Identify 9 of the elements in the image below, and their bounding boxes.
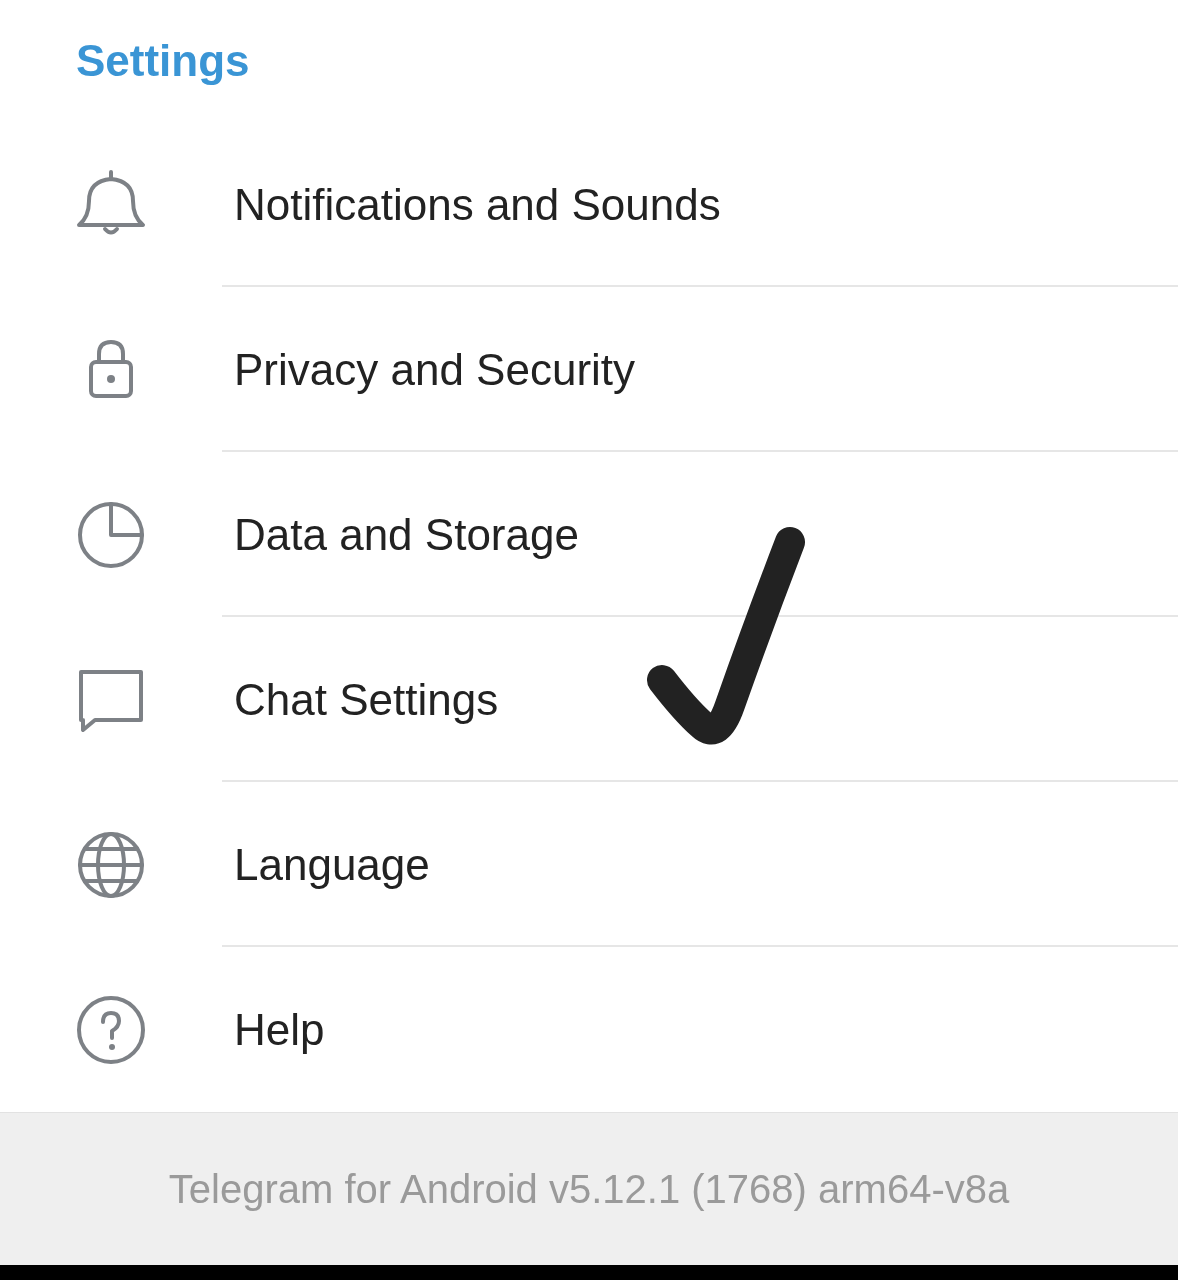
settings-item[interactable]: Data and Storage (0, 452, 1178, 617)
help-icon (75, 993, 147, 1066)
settings-item[interactable]: Language (0, 782, 1178, 947)
settings-item[interactable]: Notifications and Sounds (0, 122, 1178, 287)
section-title: Settings (76, 35, 250, 87)
settings-item[interactable]: Chat Settings (0, 617, 1178, 782)
settings-item[interactable]: Privacy and Security (0, 287, 1178, 452)
settings-item[interactable]: Help (0, 947, 1178, 1112)
version-text: Telegram for Android v5.12.1 (1768) arm64-v8a (168, 1166, 1010, 1213)
